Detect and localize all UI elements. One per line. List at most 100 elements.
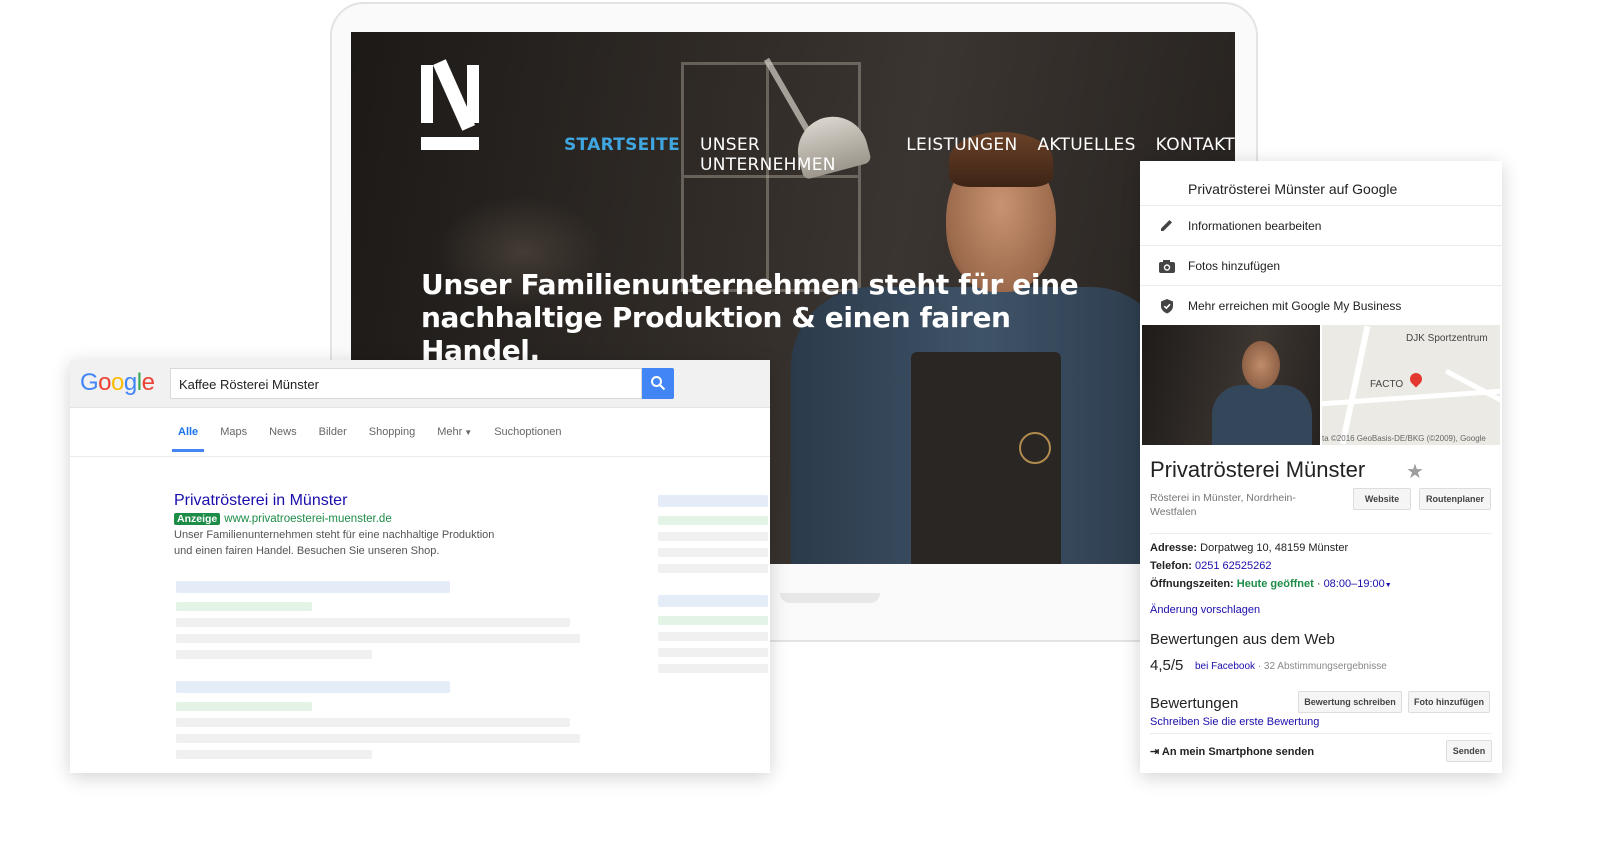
placeholder-text <box>176 734 580 743</box>
ad-url-line: Anzeige www.privatroesterei-muenster.de <box>174 513 574 525</box>
hero-apron-badge <box>1019 432 1051 464</box>
business-name: Privatrösterei Münster <box>1150 457 1366 482</box>
pencil-icon <box>1161 220 1172 231</box>
nav-aktuelles[interactable]: AKTUELLES <box>1037 135 1135 175</box>
hours-status: Heute geöffnet <box>1236 578 1314 590</box>
rating-count: · 32 Abstimmungsergebnisse <box>1255 661 1387 672</box>
placeholder-title <box>176 681 450 693</box>
google-logo[interactable]: Google <box>80 369 155 397</box>
reviews-title: Bewertungen <box>1150 695 1239 712</box>
search-icon <box>651 376 666 391</box>
placeholder-side <box>658 516 768 525</box>
kp-action-business-label: Mehr erreichen mit Google My Business <box>1188 299 1402 313</box>
add-photo-button[interactable]: Foto hinzufügen <box>1408 691 1490 713</box>
kp-action-photos-label: Fotos hinzufügen <box>1188 259 1281 273</box>
ad-description: Unser Familienunternehmen steht für eine… <box>174 527 524 559</box>
kp-map[interactable]: DJK Sportzentrum FACTO ta ©2016 GeoBasis… <box>1322 325 1500 445</box>
hours-value: 08:00–19:00 <box>1323 578 1385 590</box>
kp-header: Privatrösterei Münster auf Google <box>1188 181 1398 197</box>
tab-mehr-label: Mehr <box>437 426 463 438</box>
hours-dropdown[interactable]: 08:00–19:00▼ <box>1324 578 1392 590</box>
map-copyright: ta ©2016 GeoBasis-DE/BKG (©2009), Google <box>1322 434 1486 443</box>
placeholder-side <box>658 648 768 657</box>
send-button[interactable]: Senden <box>1446 740 1492 762</box>
kp-action-edit[interactable]: Informationen bearbeiten <box>1140 205 1502 245</box>
phone-row: Telefon: 0251 62525262 <box>1150 560 1272 572</box>
background-window <box>681 62 861 292</box>
tab-suchoptionen[interactable]: Suchoptionen <box>494 426 561 452</box>
map-pin-icon <box>1407 370 1425 388</box>
placeholder-text <box>176 650 372 659</box>
search-input[interactable]: Kaffee Rösterei Münster <box>170 368 642 399</box>
placeholder-side <box>658 548 768 557</box>
address-value: Dorpatweg 10, 48159 Münster <box>1200 542 1349 554</box>
tab-alle[interactable]: Alle <box>171 426 205 452</box>
placeholder-side <box>658 495 768 507</box>
star-icon[interactable]: ★ <box>1406 459 1424 484</box>
kp-divider <box>1150 533 1492 534</box>
hero-headline: Unser Familienunternehmen steht für eine… <box>421 268 1121 367</box>
placeholder-side <box>658 664 768 673</box>
placeholder-url <box>176 602 312 611</box>
placeholder-side <box>658 632 768 641</box>
send-to-phone-icon: ⇥ <box>1150 746 1160 758</box>
camera-icon <box>1159 260 1175 273</box>
kp-divider <box>1150 733 1492 734</box>
google-search-card: Google Kaffee Rösterei Münster Alle Maps… <box>70 360 770 773</box>
knowledge-panel: Privatrösterei Münster auf Google Inform… <box>1140 161 1502 773</box>
rating-value: 4,5/5 <box>1150 657 1184 674</box>
chevron-down-icon: ▼ <box>1384 582 1392 589</box>
nav-unternehmen[interactable]: UNSER UNTERNEHMEN <box>700 135 886 175</box>
search-button[interactable] <box>642 368 674 399</box>
kp-action-business[interactable]: Mehr erreichen mit Google My Business <box>1140 285 1502 325</box>
phone-link[interactable]: 0251 62525262 <box>1195 560 1271 572</box>
send-to-phone-label: An mein Smartphone senden <box>1161 746 1315 758</box>
placeholder-side <box>658 616 768 625</box>
tab-bilder[interactable]: Bilder <box>319 426 347 452</box>
phone-label: Telefon: <box>1150 560 1192 572</box>
nav-leistungen[interactable]: LEISTUNGEN <box>906 135 1017 175</box>
placeholder-text <box>176 634 580 643</box>
suggest-edit-link[interactable]: Änderung vorschlagen <box>1150 604 1260 616</box>
monitor-stand <box>780 593 880 603</box>
rating-source-link[interactable]: bei Facebook <box>1195 661 1255 672</box>
ad-description-line-1: Unser Familienunternehmen steht für eine… <box>174 529 495 541</box>
site-logo[interactable] <box>421 59 479 151</box>
ad-title-link[interactable]: Privatrösterei in Münster <box>174 492 574 510</box>
tab-mehr[interactable]: Mehr ▼ <box>437 426 472 452</box>
placeholder-text <box>176 718 570 727</box>
write-review-button[interactable]: Bewertung schreiben <box>1298 691 1402 713</box>
send-to-phone-row: ⇥ An mein Smartphone senden <box>1150 745 1314 758</box>
tabs-divider <box>70 456 770 457</box>
kp-photo[interactable] <box>1142 325 1320 445</box>
map-label-place: FACTO <box>1370 379 1404 390</box>
hours-label: Öffnungszeiten: <box>1150 578 1234 590</box>
tab-news[interactable]: News <box>269 426 297 452</box>
site-nav: STARTSEITE UNSER UNTERNEHMEN LEISTUNGEN … <box>564 135 1235 175</box>
hero-line-2: nachhaltige Produktion & einen fairen Ha… <box>421 301 1011 367</box>
nav-startseite[interactable]: STARTSEITE <box>564 135 680 175</box>
ad-url: www.privatroesterei-muenster.de <box>224 513 392 525</box>
web-reviews-title: Bewertungen aus dem Web <box>1150 631 1335 648</box>
ad-badge: Anzeige <box>174 513 221 525</box>
hero-line-1: Unser Familienunternehmen steht für eine <box>421 268 1079 301</box>
route-planner-button[interactable]: Routenplaner <box>1419 488 1491 510</box>
kp-action-photos[interactable]: Fotos hinzufügen <box>1140 245 1502 285</box>
kp-action-edit-label: Informationen bearbeiten <box>1188 219 1322 233</box>
hours-row: Öffnungszeiten: Heute geöffnet · 08:00–1… <box>1150 578 1392 590</box>
tab-shopping[interactable]: Shopping <box>369 426 416 452</box>
placeholder-text <box>176 618 570 627</box>
website-button[interactable]: Website <box>1353 488 1411 510</box>
placeholder-url <box>176 702 312 711</box>
search-tabs: Alle Maps News Bilder Shopping Mehr ▼ Suc… <box>171 426 584 452</box>
map-label-poi: DJK Sportzentrum <box>1406 333 1488 344</box>
chevron-down-icon: ▼ <box>464 428 473 437</box>
tab-maps[interactable]: Maps <box>220 426 247 452</box>
placeholder-text <box>176 750 372 759</box>
business-category: Rösterei in Münster, Nordrhein-Westfalen <box>1150 492 1296 518</box>
shield-icon <box>1161 299 1173 314</box>
rating-source: bei Facebook · 32 Abstimmungsergebnisse <box>1195 661 1387 672</box>
first-review-link[interactable]: Schreiben Sie die erste Bewertung <box>1150 716 1319 728</box>
ad-result: Privatrösterei in Münster Anzeige www.pri… <box>174 492 574 559</box>
placeholder-side <box>658 595 768 607</box>
